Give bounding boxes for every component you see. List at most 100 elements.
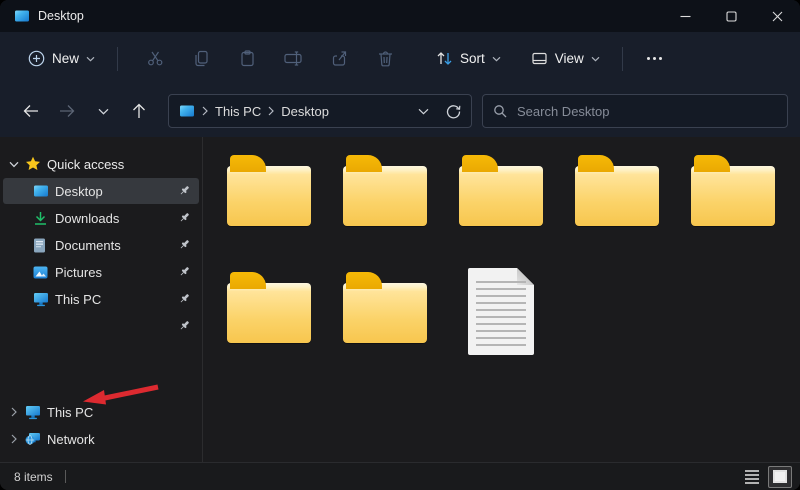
pictures-icon: [33, 265, 55, 280]
sidebar-item-pinned-unlabeled[interactable]: [3, 313, 199, 339]
folder-item[interactable]: [343, 272, 427, 355]
pin-icon: [178, 211, 191, 224]
search-box[interactable]: Search Desktop: [482, 94, 788, 128]
sidebar-item-this-pc-pinned[interactable]: This PC: [3, 286, 199, 312]
navigation-bar: This PC Desktop Search Desktop: [0, 85, 800, 137]
rename-icon: [284, 50, 302, 67]
large-icons-view-icon: [773, 470, 787, 483]
pin-icon: [178, 319, 191, 332]
folder-icon: [343, 155, 427, 227]
file-list: [203, 137, 800, 462]
folder-icon: [691, 155, 775, 227]
documents-icon: [33, 238, 55, 253]
see-more-button[interactable]: [637, 42, 673, 76]
this-pc-icon: [33, 292, 55, 307]
chevron-down-icon[interactable]: [3, 161, 25, 168]
view-button-label: View: [555, 51, 584, 66]
titlebar: Desktop: [0, 0, 800, 32]
folder-item[interactable]: [343, 155, 427, 227]
folder-icon: [343, 272, 427, 344]
breadcrumb-this-pc[interactable]: This PC: [215, 104, 261, 119]
text-document-icon: [468, 268, 534, 355]
sidebar-item-documents[interactable]: Documents: [3, 232, 199, 258]
forward-button[interactable]: [52, 96, 82, 126]
downloads-icon: [33, 211, 55, 226]
minimize-button[interactable]: [662, 0, 708, 32]
share-button[interactable]: [316, 42, 362, 76]
ellipsis-icon: [647, 57, 662, 60]
folder-icon: [227, 155, 311, 227]
recent-locations-button[interactable]: [88, 96, 118, 126]
sidebar-tree-network[interactable]: Network: [3, 426, 199, 452]
toolbar-separator: [622, 47, 623, 71]
items-count: 8 items: [14, 470, 53, 484]
chevron-down-icon: [86, 56, 95, 62]
sidebar-item-label: Desktop: [55, 184, 103, 199]
folder-item[interactable]: [227, 155, 311, 227]
folder-item[interactable]: [575, 155, 659, 227]
view-button[interactable]: View: [523, 44, 608, 73]
navigation-pane: Quick access Desktop Downloads: [0, 137, 203, 462]
sidebar-item-label: This PC: [55, 292, 101, 307]
view-icon: [531, 50, 548, 67]
chevron-right-icon[interactable]: [3, 407, 25, 417]
paste-icon: [239, 50, 256, 67]
breadcrumb-desktop[interactable]: Desktop: [281, 104, 329, 119]
status-divider: [65, 470, 66, 483]
sidebar-item-label: Documents: [55, 238, 121, 253]
folder-item[interactable]: [691, 155, 775, 227]
file-item[interactable]: [459, 272, 543, 355]
file-explorer-window: Desktop New: [0, 0, 800, 490]
rename-button[interactable]: [270, 42, 316, 76]
pin-icon: [178, 184, 191, 197]
trash-icon: [377, 50, 394, 67]
network-icon: [25, 431, 47, 447]
address-bar[interactable]: This PC Desktop: [168, 94, 472, 128]
star-icon: [25, 156, 47, 172]
paste-button[interactable]: [224, 42, 270, 76]
sort-button-label: Sort: [460, 51, 485, 66]
copy-button[interactable]: [178, 42, 224, 76]
sidebar-item-pictures[interactable]: Pictures: [3, 259, 199, 285]
sidebar-item-desktop[interactable]: Desktop: [3, 178, 199, 204]
chevron-down-icon: [591, 56, 600, 62]
desktop-icon: [179, 103, 195, 119]
up-button[interactable]: [124, 96, 154, 126]
sidebar-item-downloads[interactable]: Downloads: [3, 205, 199, 231]
new-button[interactable]: New: [20, 44, 103, 73]
details-view-icon: [745, 470, 759, 484]
chevron-right-icon: [202, 106, 208, 116]
sort-button[interactable]: Sort: [428, 44, 509, 73]
plus-circle-icon: [28, 50, 45, 67]
back-button[interactable]: [16, 96, 46, 126]
sidebar-item-label: Pictures: [55, 265, 102, 280]
folder-icon: [227, 272, 311, 344]
folder-item[interactable]: [227, 272, 311, 355]
sidebar-item-quick-access[interactable]: Quick access: [3, 151, 199, 177]
sort-icon: [436, 50, 453, 67]
large-icons-view-button[interactable]: [768, 466, 792, 488]
pin-icon: [178, 265, 191, 278]
chevron-right-icon[interactable]: [3, 434, 25, 444]
quick-access-label: Quick access: [47, 157, 124, 172]
refresh-icon[interactable]: [446, 104, 461, 119]
pin-icon: [178, 292, 191, 305]
folder-icon: [575, 155, 659, 227]
search-placeholder: Search Desktop: [517, 104, 610, 119]
address-dropdown-chevron-icon[interactable]: [418, 108, 429, 115]
desktop-icon: [33, 183, 55, 199]
desktop-icon: [14, 8, 30, 24]
delete-button[interactable]: [362, 42, 408, 76]
close-button[interactable]: [754, 0, 800, 32]
details-view-button[interactable]: [740, 466, 764, 488]
maximize-button[interactable]: [708, 0, 754, 32]
search-icon: [493, 104, 507, 118]
folder-icon: [459, 155, 543, 227]
cut-button[interactable]: [132, 42, 178, 76]
share-icon: [331, 50, 348, 67]
sidebar-item-label: Network: [47, 432, 95, 447]
cut-icon: [147, 50, 164, 67]
folder-item[interactable]: [459, 155, 543, 227]
status-bar: 8 items: [0, 462, 800, 490]
copy-icon: [193, 50, 210, 67]
